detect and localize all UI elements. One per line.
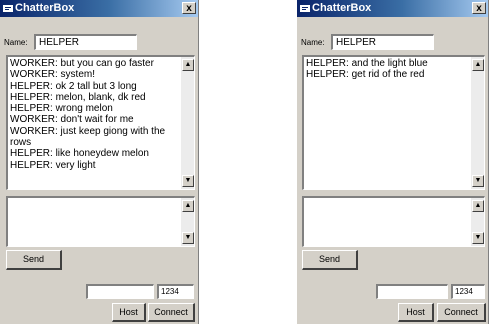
title-bar[interactable]: ChatterBox x — [297, 0, 488, 17]
chat-window-worker-view: ChatterBox x Name: HELPER WORKER: but yo… — [0, 0, 199, 324]
chat-scrollbar[interactable]: ▲ ▼ — [471, 57, 484, 189]
chat-message-line: HELPER: get rid of the red — [306, 69, 425, 81]
chat-history[interactable]: WORKER: but you can go faster WORKER: sys… — [6, 55, 195, 190]
close-button[interactable]: x — [182, 2, 196, 14]
app-icon — [300, 5, 310, 12]
scroll-up-icon[interactable]: ▲ — [472, 200, 484, 212]
chat-message-line: WORKER: but you can go faster — [10, 58, 154, 69]
chat-message-list: HELPER: and the light blue HELPER: get ri… — [306, 58, 470, 81]
connect-button[interactable]: Connect — [437, 303, 486, 322]
message-input[interactable]: ▲ ▼ — [6, 196, 195, 247]
send-button[interactable]: Send — [302, 250, 358, 270]
scroll-down-icon[interactable]: ▼ — [472, 175, 484, 187]
chat-message-list: WORKER: but you can go faster WORKER: sys… — [10, 58, 180, 171]
chat-message-line: rows — [10, 137, 32, 149]
scroll-up-icon[interactable]: ▲ — [472, 59, 484, 71]
host-address-input[interactable] — [376, 284, 448, 299]
name-label: Name: — [4, 38, 28, 47]
message-scrollbar[interactable]: ▲ ▼ — [181, 198, 194, 246]
scroll-up-icon[interactable]: ▲ — [182, 200, 194, 212]
chat-message-line: HELPER: like honeydew melon — [10, 148, 149, 160]
name-input[interactable]: HELPER — [331, 34, 434, 50]
host-button[interactable]: Host — [398, 303, 434, 322]
port-input[interactable]: 1234 — [451, 284, 485, 299]
title-bar[interactable]: ChatterBox x — [0, 0, 198, 17]
message-scrollbar[interactable]: ▲ ▼ — [471, 198, 484, 246]
window-title: ChatterBox — [312, 2, 372, 14]
host-button[interactable]: Host — [112, 303, 146, 322]
name-input[interactable]: HELPER — [34, 34, 137, 50]
chat-message-line: WORKER: system! — [10, 69, 96, 81]
chat-message-line: HELPER: melon, blank, dk red — [10, 91, 146, 103]
message-input[interactable]: ▲ ▼ — [302, 196, 485, 247]
scroll-down-icon[interactable]: ▼ — [472, 232, 484, 244]
scroll-down-icon[interactable]: ▼ — [182, 175, 194, 187]
chat-message-line: WORKER: just keep giong with the — [10, 125, 166, 137]
chat-message-line: HELPER: ok 2 tall but 3 long — [10, 80, 137, 92]
port-input[interactable]: 1234 — [157, 284, 194, 299]
close-button[interactable]: x — [472, 2, 486, 14]
window-title: ChatterBox — [15, 2, 75, 14]
scroll-up-icon[interactable]: ▲ — [182, 59, 194, 71]
send-button[interactable]: Send — [6, 250, 62, 270]
chat-history[interactable]: HELPER: and the light blue HELPER: get ri… — [302, 55, 485, 190]
chat-window-helper-view: ChatterBox x Name: HELPER HELPER: and th… — [297, 0, 489, 324]
app-icon — [3, 5, 13, 12]
chat-message-line: WORKER: don't wait for me — [10, 114, 134, 126]
connect-button[interactable]: Connect — [148, 303, 195, 322]
chat-message-line: HELPER: very light — [10, 159, 96, 171]
host-address-input[interactable] — [86, 284, 154, 299]
chat-message-line: HELPER: and the light blue — [306, 58, 428, 69]
chat-message-line: HELPER: wrong melon — [10, 103, 113, 115]
chat-scrollbar[interactable]: ▲ ▼ — [181, 57, 194, 189]
scroll-down-icon[interactable]: ▼ — [182, 232, 194, 244]
name-label: Name: — [301, 38, 325, 47]
